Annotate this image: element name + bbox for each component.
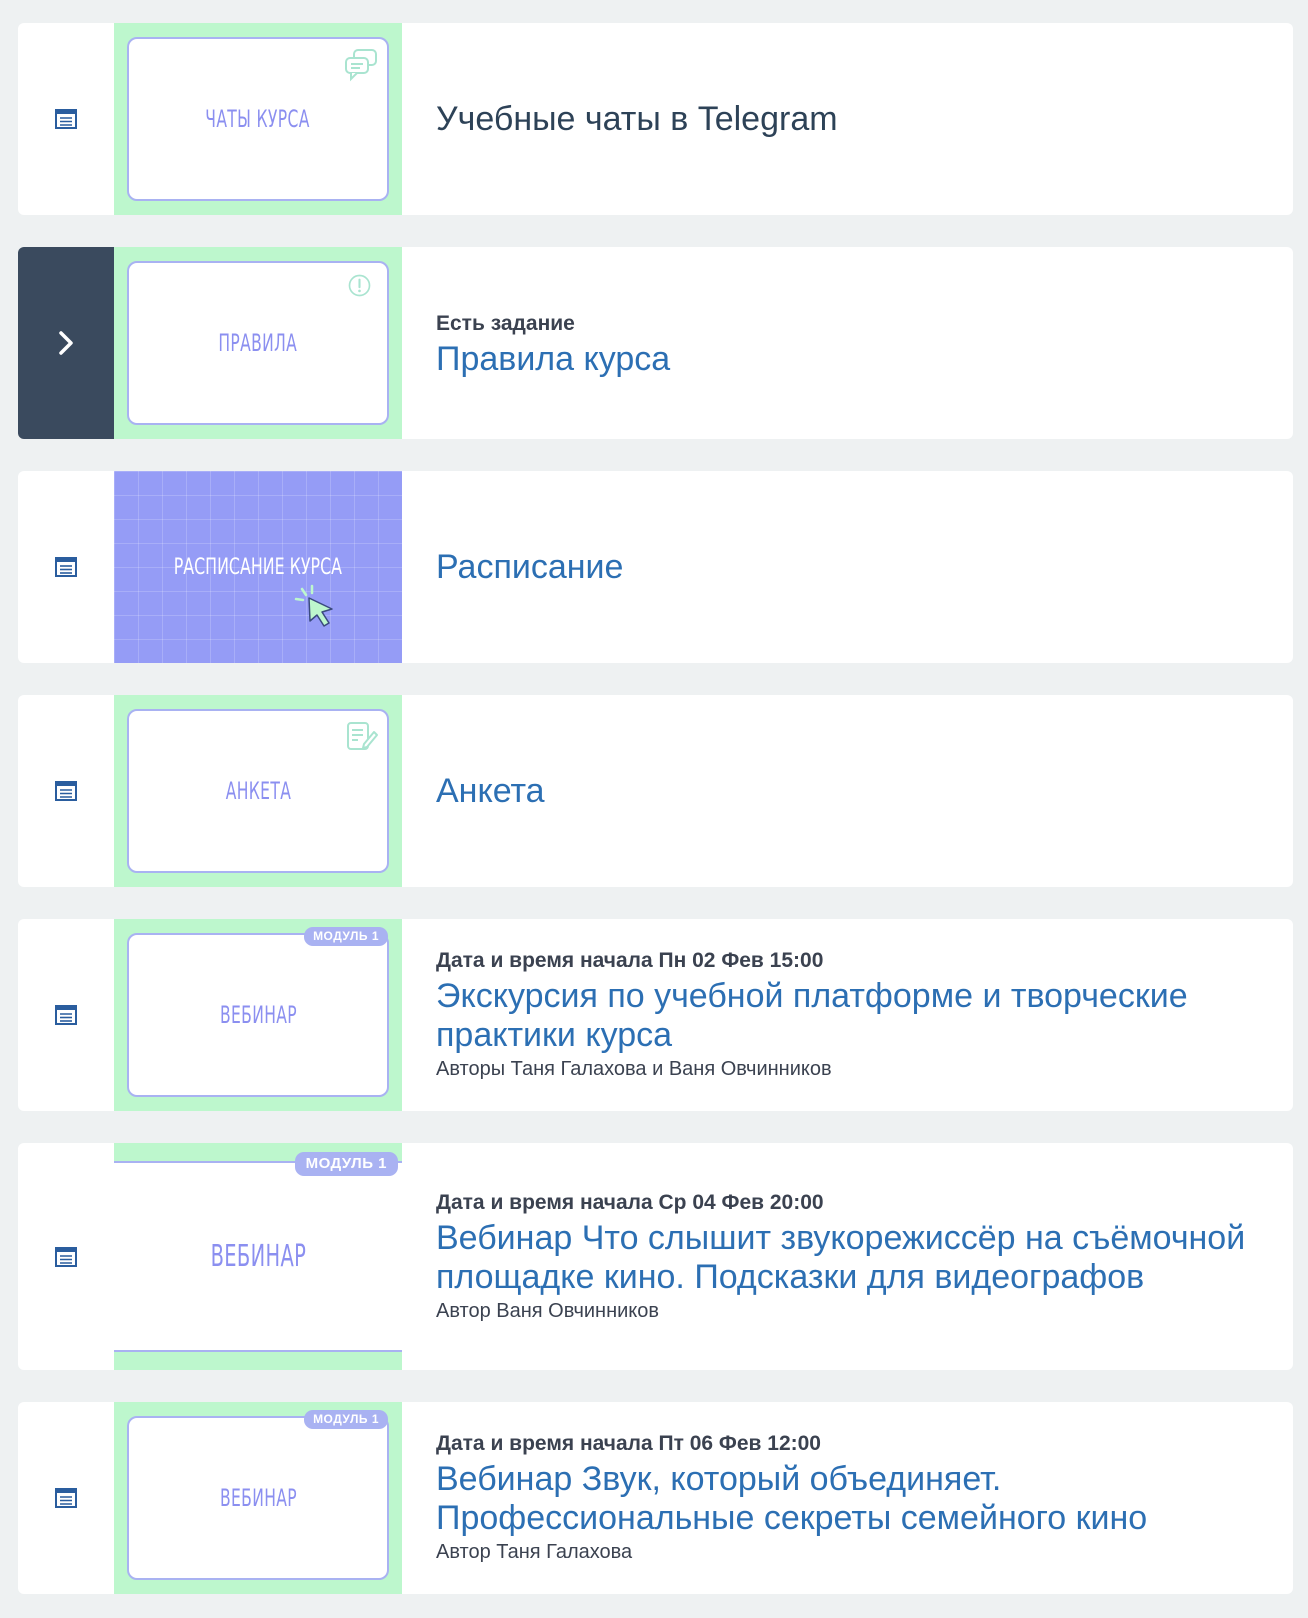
thumbnail-title: РАСПИСАНИЕ КУРСА: [173, 554, 343, 580]
list-document-icon: [55, 557, 77, 577]
lesson-thumbnail[interactable]: РАСПИСАНИЕ КУРСА: [114, 471, 402, 663]
list-document-icon: [55, 1005, 77, 1025]
thumbnail-title: АНКЕТА: [225, 777, 291, 805]
lesson-meta: Есть задание: [436, 311, 575, 335]
lesson-title[interactable]: Экскурсия по учебной платформе и творчес…: [436, 977, 1253, 1055]
lesson-type-cell: [18, 247, 114, 439]
lesson-type-cell: [18, 695, 114, 887]
thumbnail-card: ПРАВИЛА: [127, 261, 389, 425]
lesson-meta: Дата и время начала Пн 02 Фев 15:00: [436, 949, 824, 972]
lesson-title[interactable]: Правила курса: [436, 340, 1253, 379]
lesson-item[interactable]: ВЕБИНАР МОДУЛЬ 1 Дата и время начала Ср …: [18, 1143, 1293, 1370]
lesson-thumbnail[interactable]: АНКЕТА: [114, 695, 402, 887]
thumbnail-title: ВЕБИНАР: [219, 1001, 297, 1029]
lesson-author: Автор Таня Галахова: [436, 1541, 633, 1563]
lesson-content: Есть задание Правила курса: [436, 247, 1253, 439]
lesson-content: Дата и время начала Пн 02 Фев 15:00 Экск…: [436, 919, 1253, 1111]
list-document-icon: [55, 781, 77, 801]
lesson-content: Анкета: [436, 695, 1253, 887]
lesson-type-cell: [18, 23, 114, 215]
lesson-thumbnail[interactable]: ВЕБИНАР МОДУЛЬ 1: [114, 1143, 402, 1370]
lesson-item[interactable]: ВЕБИНАР МОДУЛЬ 1 Дата и время начала Пн …: [18, 919, 1293, 1111]
lesson-item[interactable]: ЧАТЫ КУРСА Учебные чаты в Telegram: [18, 23, 1293, 215]
lesson-title[interactable]: Учебные чаты в Telegram: [436, 100, 1253, 139]
exclamation-circle-icon: [348, 274, 371, 297]
lesson-content: Дата и время начала Ср 04 Фев 20:00 Веби…: [436, 1143, 1253, 1370]
edit-document-icon: [347, 722, 378, 750]
module-badge: МОДУЛЬ 1: [304, 927, 388, 946]
thumbnail-card: РАСПИСАНИЕ КУРСА: [114, 471, 402, 663]
lesson-title[interactable]: Расписание: [436, 548, 1253, 587]
thumbnail-title: ЧАТЫ КУРСА: [205, 105, 311, 133]
list-document-icon: [55, 1246, 77, 1267]
module-badge: МОДУЛЬ 1: [294, 1152, 398, 1176]
thumbnail-title: ВЕБИНАР: [219, 1484, 297, 1512]
lesson-author: Автор Ваня Овчинников: [436, 1299, 660, 1322]
thumbnail-title: ПРАВИЛА: [218, 329, 298, 357]
chat-bubbles-icon: [345, 49, 377, 82]
lesson-content: Расписание: [436, 471, 1253, 663]
cursor-click-icon: [294, 584, 333, 627]
lesson-title[interactable]: Вебинар Что слышит звукорежиссёр на съём…: [436, 1219, 1253, 1297]
lesson-author: Авторы Таня Галахова и Ваня Овчинников: [436, 1058, 832, 1080]
list-document-icon: [55, 109, 77, 129]
lesson-item[interactable]: ПРАВИЛА Есть задание Правила курса: [18, 247, 1293, 439]
list-document-icon: [55, 1488, 77, 1508]
lesson-thumbnail[interactable]: ЧАТЫ КУРСА: [114, 23, 402, 215]
lesson-item[interactable]: ВЕБИНАР МОДУЛЬ 1 Дата и время начала Пт …: [18, 1402, 1293, 1594]
lesson-type-cell: [18, 471, 114, 663]
lesson-type-cell: [18, 1402, 114, 1594]
chevron-right-icon: [59, 331, 73, 355]
lesson-meta: Дата и время начала Пт 06 Фев 12:00: [436, 1432, 821, 1455]
lesson-content: Учебные чаты в Telegram: [436, 23, 1253, 215]
thumbnail-card: ВЕБИНАР: [127, 1416, 389, 1580]
lesson-thumbnail[interactable]: ПРАВИЛА: [114, 247, 402, 439]
lesson-type-cell: [18, 1143, 114, 1370]
module-badge: МОДУЛЬ 1: [304, 1410, 388, 1429]
lesson-meta: Дата и время начала Ср 04 Фев 20:00: [436, 1190, 824, 1214]
lesson-title[interactable]: Вебинар Звук, который объединяет. Профес…: [436, 1460, 1253, 1538]
thumbnail-card: ЧАТЫ КУРСА: [127, 37, 389, 201]
lesson-content: Дата и время начала Пт 06 Фев 12:00 Веби…: [436, 1402, 1253, 1594]
thumbnail-title: ВЕБИНАР: [210, 1239, 306, 1274]
lesson-item[interactable]: РАСПИСАНИЕ КУРСА Расписание: [18, 471, 1293, 663]
thumbnail-card: ВЕБИНАР: [127, 933, 389, 1097]
lesson-thumbnail[interactable]: ВЕБИНАР МОДУЛЬ 1: [114, 919, 402, 1111]
lesson-thumbnail[interactable]: ВЕБИНАР МОДУЛЬ 1: [114, 1402, 402, 1594]
lesson-type-cell: [18, 919, 114, 1111]
thumbnail-card: АНКЕТА: [127, 709, 389, 873]
lesson-item[interactable]: АНКЕТА Анкета: [18, 695, 1293, 887]
thumbnail-card: ВЕБИНАР: [114, 1161, 402, 1352]
lesson-title[interactable]: Анкета: [436, 772, 1253, 811]
